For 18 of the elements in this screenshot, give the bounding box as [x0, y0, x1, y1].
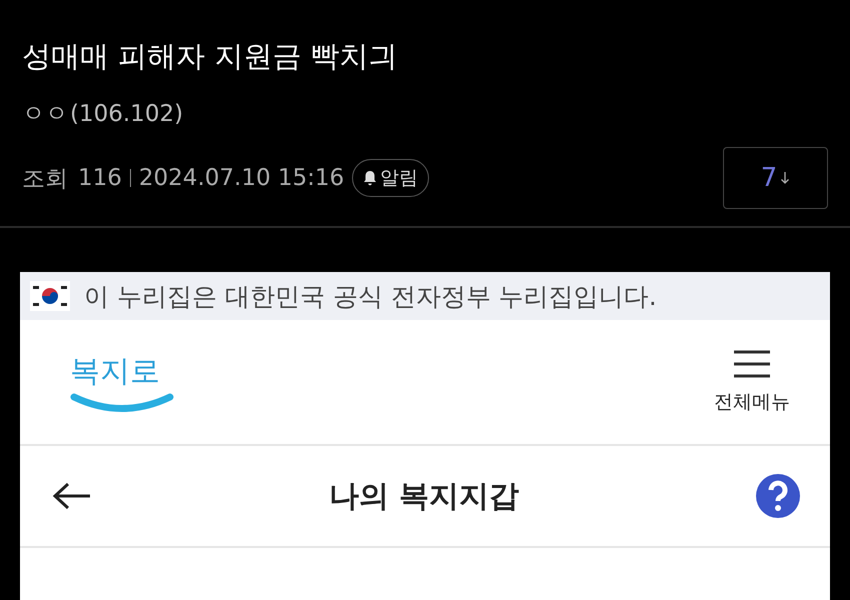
author-ip: (106.102)	[70, 101, 184, 127]
menu-icon[interactable]	[732, 349, 772, 379]
banner-text: 이 누리집은 대한민국 공식 전자정부 누리집입니다.	[84, 280, 657, 312]
post-title: 성매매 피해자 지원금 빡치긔	[22, 38, 399, 73]
alarm-button[interactable]: 알림	[352, 159, 430, 197]
views-count: 116	[78, 165, 122, 191]
comment-count-button[interactable]: 7	[723, 147, 828, 209]
post-date: 2024.07.10 15:16	[138, 165, 344, 191]
menu-label[interactable]: 전체메뉴	[714, 389, 790, 415]
author-name: ㅇㅇ	[22, 101, 68, 127]
page-title: 나의 복지지갑	[328, 478, 520, 516]
back-arrow-icon[interactable]	[52, 482, 92, 510]
views-label: 조회	[22, 164, 68, 194]
arrow-down-icon	[780, 171, 790, 185]
bell-icon	[363, 170, 378, 186]
smile-curve-icon	[70, 392, 174, 414]
help-icon[interactable]	[756, 474, 800, 518]
flag-icon	[30, 281, 70, 311]
